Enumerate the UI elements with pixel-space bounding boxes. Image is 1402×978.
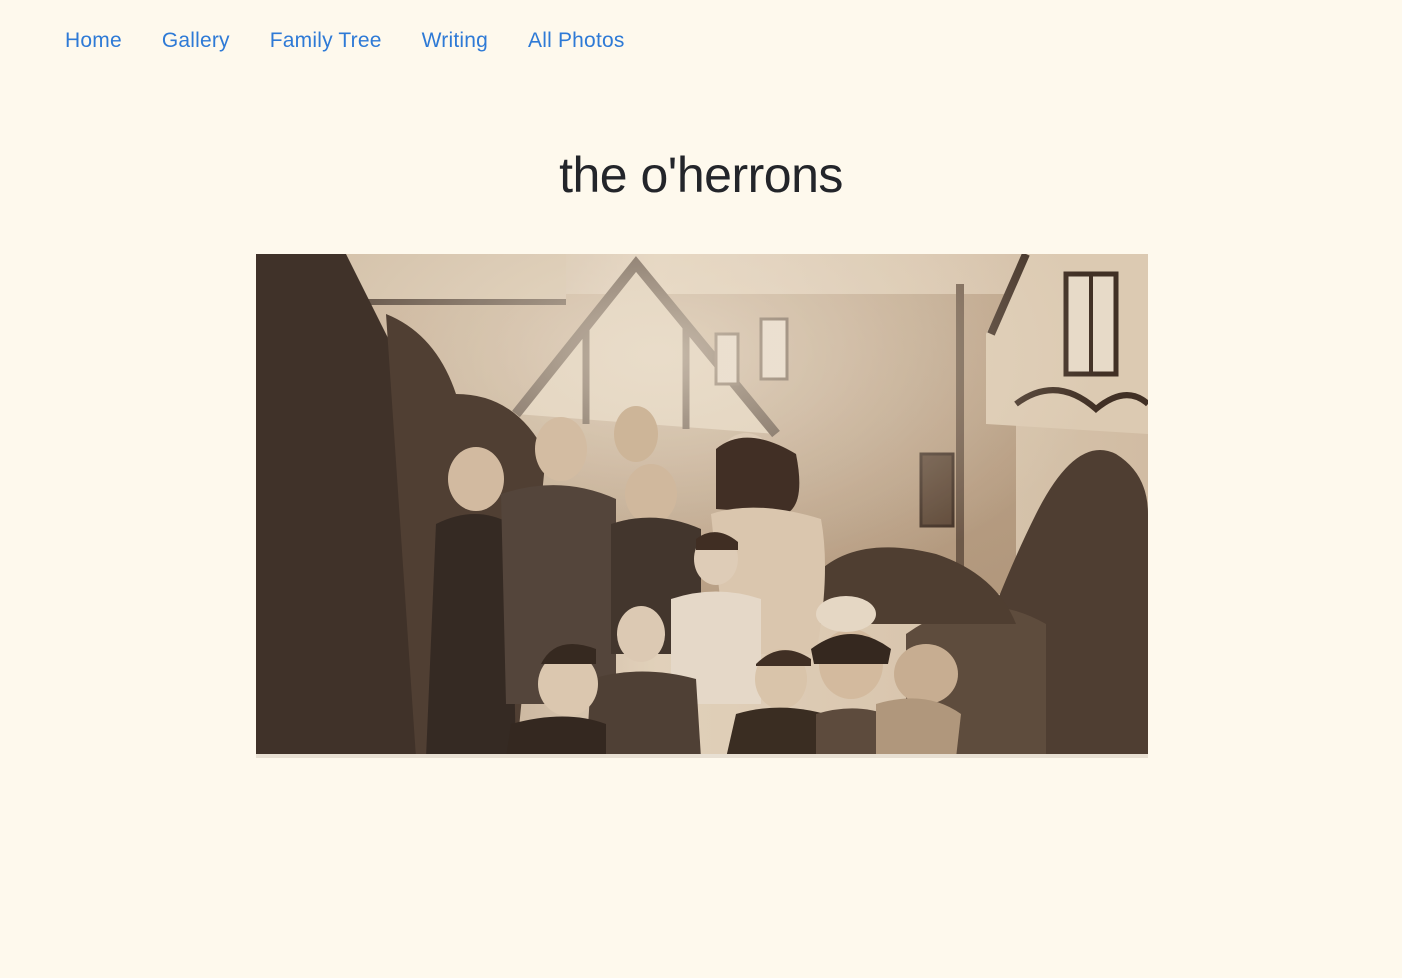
nav-link-family-tree[interactable]: Family Tree [270, 29, 382, 53]
nav-link-gallery[interactable]: Gallery [162, 29, 230, 53]
page-title: the o'herrons [559, 147, 843, 203]
family-photo-illustration [256, 254, 1148, 758]
nav-link-all-photos[interactable]: All Photos [528, 29, 625, 53]
nav-link-writing[interactable]: Writing [422, 29, 488, 53]
top-nav: Home Gallery Family Tree Writing All Pho… [65, 26, 625, 56]
family-photo[interactable] [256, 254, 1148, 758]
nav-link-home[interactable]: Home [65, 29, 122, 53]
